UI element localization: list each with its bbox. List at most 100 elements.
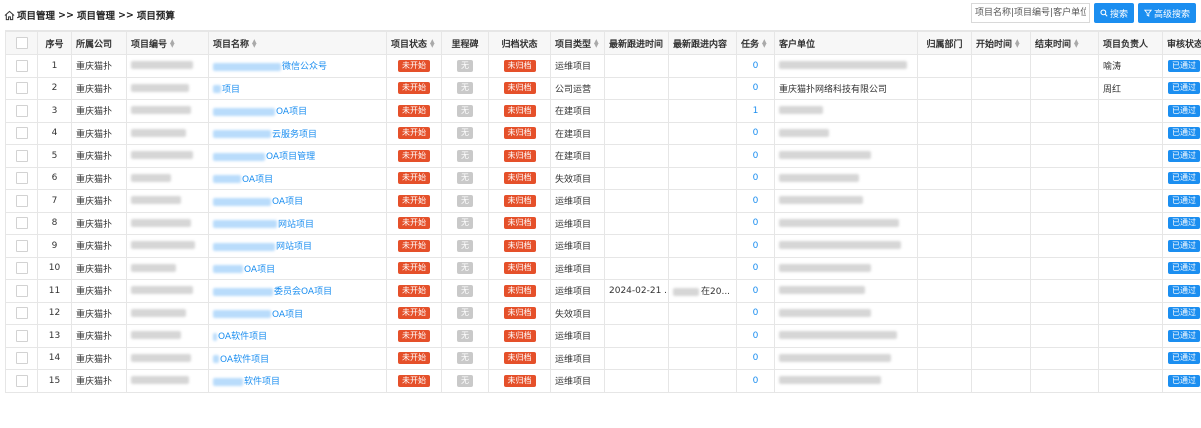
row-checkbox[interactable] [16, 150, 28, 162]
row-select-cell[interactable] [6, 122, 38, 145]
task-count-link[interactable]: 1 [753, 106, 759, 116]
row-checkbox[interactable] [16, 352, 28, 364]
task-count-link[interactable]: 0 [753, 173, 759, 183]
row-name[interactable]: 项目 [209, 77, 387, 100]
row-name[interactable]: OA项目 [209, 167, 387, 190]
row-checkbox[interactable] [16, 307, 28, 319]
row-task[interactable]: 1 [737, 100, 775, 123]
sort-icon[interactable]: ▲▼ [1074, 40, 1079, 48]
col-type[interactable]: 项目类型▲▼ [551, 32, 605, 55]
project-name-link[interactable]: OA软件项目 [218, 332, 267, 342]
task-count-link[interactable]: 0 [753, 353, 759, 363]
row-task[interactable]: 0 [737, 212, 775, 235]
table-row[interactable]: 8重庆猫扑网站项目未开始无未归档运维项目0已通过 [6, 212, 1201, 235]
project-name-link[interactable]: 云服务项目 [272, 130, 317, 140]
table-row[interactable]: 1重庆猫扑微信公众号未开始无未归档运维项目0喻涛已通过 [6, 55, 1201, 78]
row-checkbox[interactable] [16, 195, 28, 207]
project-name-link[interactable]: 委员会OA项目 [274, 287, 332, 297]
row-name[interactable]: OA项目管理 [209, 145, 387, 168]
row-task[interactable]: 0 [737, 347, 775, 370]
row-checkbox[interactable] [16, 375, 28, 387]
task-count-link[interactable]: 0 [753, 128, 759, 138]
row-name[interactable]: OA项目 [209, 100, 387, 123]
row-name[interactable]: 软件项目 [209, 370, 387, 393]
project-name-link[interactable]: OA软件项目 [220, 355, 269, 365]
task-count-link[interactable]: 0 [753, 376, 759, 386]
project-name-link[interactable]: OA项目 [244, 265, 275, 275]
row-name[interactable]: 网站项目 [209, 212, 387, 235]
row-checkbox[interactable] [16, 262, 28, 274]
advanced-search-button[interactable]: 高级搜索 [1138, 3, 1196, 23]
row-select-cell[interactable] [6, 325, 38, 348]
task-count-link[interactable]: 0 [753, 83, 759, 93]
table-row[interactable]: 11重庆猫扑委员会OA项目未开始无未归档运维项目2024-02-21 ...在2… [6, 280, 1201, 303]
row-select-cell[interactable] [6, 55, 38, 78]
row-select-cell[interactable] [6, 302, 38, 325]
col-code[interactable]: 项目编号▲▼ [127, 32, 209, 55]
col-start[interactable]: 开始时间▲▼ [972, 32, 1031, 55]
row-checkbox[interactable] [16, 217, 28, 229]
row-select-cell[interactable] [6, 77, 38, 100]
row-checkbox[interactable] [16, 127, 28, 139]
table-row[interactable]: 6重庆猫扑OA项目未开始无未归档失效项目0已通过 [6, 167, 1201, 190]
sort-icon[interactable]: ▲▼ [430, 40, 435, 48]
row-task[interactable]: 0 [737, 280, 775, 303]
project-name-link[interactable]: OA项目 [272, 197, 303, 207]
table-row[interactable]: 10重庆猫扑OA项目未开始无未归档运维项目0已通过 [6, 257, 1201, 280]
row-select-cell[interactable] [6, 190, 38, 213]
project-name-link[interactable]: 软件项目 [244, 377, 280, 387]
row-select-cell[interactable] [6, 257, 38, 280]
task-count-link[interactable]: 0 [753, 331, 759, 341]
table-row[interactable]: 15重庆猫扑软件项目未开始无未归档运维项目0已通过 [6, 370, 1201, 393]
row-name[interactable]: 网站项目 [209, 235, 387, 258]
table-row[interactable]: 3重庆猫扑OA项目未开始无未归档在建项目1已通过 [6, 100, 1201, 123]
project-name-link[interactable]: OA项目 [276, 107, 307, 117]
row-name[interactable]: 委员会OA项目 [209, 280, 387, 303]
row-checkbox[interactable] [16, 240, 28, 252]
row-select-cell[interactable] [6, 167, 38, 190]
row-checkbox[interactable] [16, 330, 28, 342]
task-count-link[interactable]: 0 [753, 151, 759, 161]
row-task[interactable]: 0 [737, 190, 775, 213]
row-name[interactable]: OA软件项目 [209, 325, 387, 348]
row-name[interactable]: 云服务项目 [209, 122, 387, 145]
sort-icon[interactable]: ▲▼ [252, 40, 257, 48]
row-task[interactable]: 0 [737, 167, 775, 190]
row-select-cell[interactable] [6, 347, 38, 370]
project-name-link[interactable]: OA项目 [272, 310, 303, 320]
row-name[interactable]: OA软件项目 [209, 347, 387, 370]
project-name-link[interactable]: OA项目管理 [266, 152, 315, 162]
col-end[interactable]: 结束时间▲▼ [1031, 32, 1099, 55]
row-name[interactable]: OA项目 [209, 190, 387, 213]
task-count-link[interactable]: 0 [753, 241, 759, 251]
project-name-link[interactable]: 项目 [222, 85, 240, 95]
task-count-link[interactable]: 0 [753, 308, 759, 318]
row-task[interactable]: 0 [737, 235, 775, 258]
task-count-link[interactable]: 0 [753, 196, 759, 206]
table-row[interactable]: 9重庆猫扑网站项目未开始无未归档运维项目0已通过 [6, 235, 1201, 258]
row-select-cell[interactable] [6, 212, 38, 235]
col-name[interactable]: 项目名称▲▼ [209, 32, 387, 55]
row-task[interactable]: 0 [737, 325, 775, 348]
table-row[interactable]: 7重庆猫扑OA项目未开始无未归档运维项目0已通过 [6, 190, 1201, 213]
row-name[interactable]: OA项目 [209, 257, 387, 280]
project-name-link[interactable]: 网站项目 [276, 242, 312, 252]
search-input[interactable] [971, 3, 1090, 23]
task-count-link[interactable]: 0 [753, 286, 759, 296]
row-checkbox[interactable] [16, 60, 28, 72]
sort-icon[interactable]: ▲▼ [594, 40, 599, 48]
row-select-cell[interactable] [6, 235, 38, 258]
row-task[interactable]: 0 [737, 370, 775, 393]
row-checkbox[interactable] [16, 105, 28, 117]
table-row[interactable]: 2重庆猫扑项目未开始无未归档公司运营0重庆猫扑网络科技有限公司周红已通过 [6, 77, 1201, 100]
task-count-link[interactable]: 0 [753, 218, 759, 228]
project-name-link[interactable]: OA项目 [242, 175, 273, 185]
row-task[interactable]: 0 [737, 302, 775, 325]
row-task[interactable]: 0 [737, 145, 775, 168]
row-name[interactable]: OA项目 [209, 302, 387, 325]
col-task[interactable]: 任务▲▼ [737, 32, 775, 55]
project-name-link[interactable]: 微信公众号 [282, 62, 327, 72]
table-row[interactable]: 14重庆猫扑OA软件项目未开始无未归档运维项目0已通过 [6, 347, 1201, 370]
breadcrumb-item[interactable]: 项目管理 [17, 8, 55, 22]
row-select-cell[interactable] [6, 370, 38, 393]
